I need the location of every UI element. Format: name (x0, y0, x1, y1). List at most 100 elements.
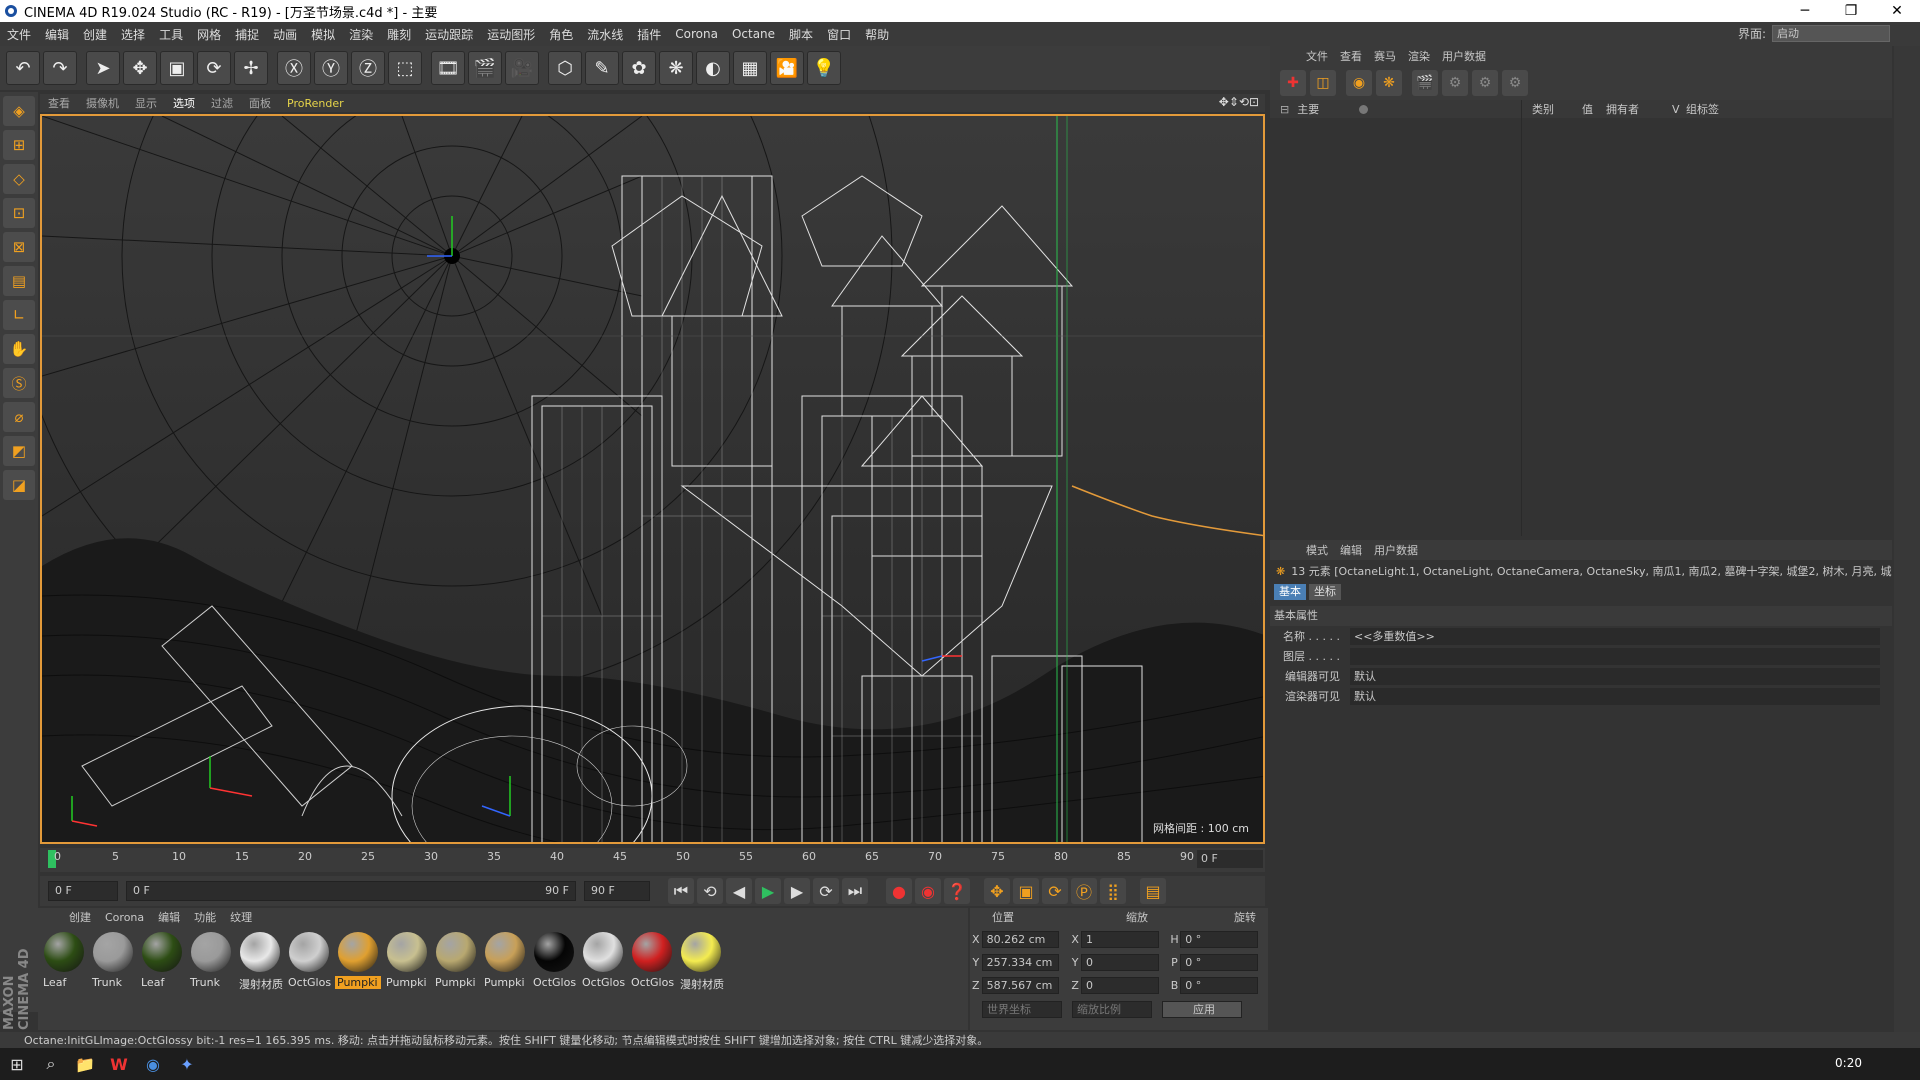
menu-mograph[interactable]: 运动图形 (480, 26, 542, 43)
texture-mode-button[interactable]: ◇ (3, 164, 35, 194)
coord-apply-button[interactable]: 应用 (1162, 1000, 1242, 1018)
octane-render-icon[interactable]: 🎬 (1412, 70, 1438, 96)
next-frame-button[interactable]: ▶ (784, 878, 810, 904)
attr-menu-mode[interactable]: 模式 (1300, 542, 1334, 558)
octane-tag-icon[interactable]: ⚙ (1442, 70, 1468, 96)
light-button[interactable]: 💡 (807, 51, 841, 85)
viewport-menu-options[interactable]: 选项 (165, 95, 203, 111)
current-frame-field[interactable]: 0 F (1197, 850, 1263, 868)
frame-range-slider[interactable]: 0 F 90 F (126, 881, 576, 901)
render-visible-select[interactable]: 默认 (1350, 687, 1880, 705)
menu-corona[interactable]: Corona (668, 27, 725, 41)
pen-spline-button[interactable]: ✎ (585, 51, 619, 85)
scale-tool-button[interactable]: ▣ (160, 51, 194, 85)
editor-visible-select[interactable]: 默认 (1350, 667, 1880, 685)
file-explorer-icon[interactable]: 📁 (68, 1048, 102, 1080)
timeline-window-icon[interactable]: ▤ (1140, 878, 1166, 904)
key-position-icon[interactable]: ✥ (984, 878, 1010, 904)
visibility-dot-icon[interactable] (1359, 104, 1369, 114)
start-frame-field[interactable]: 0 F (48, 881, 118, 901)
material-menu-texture[interactable]: 纹理 (223, 909, 259, 925)
material-swatch[interactable]: Pumpki (483, 932, 527, 998)
coord-world-select[interactable]: 世界坐标 (982, 1000, 1062, 1018)
planar-workplane-button[interactable]: ◪ (3, 470, 35, 500)
start-menu-icon[interactable]: ⊞ (0, 1048, 34, 1080)
camera-button[interactable]: 🎦 (770, 51, 804, 85)
menu-motion-tracking[interactable]: 运动跟踪 (418, 26, 480, 43)
attr-menu-userdata[interactable]: 用户数据 (1368, 542, 1424, 558)
coord-scale-field[interactable]: 0 (1080, 976, 1159, 994)
rotate-tool-button[interactable]: ⟳ (197, 51, 231, 85)
material-swatch[interactable]: OctGlos (581, 932, 625, 998)
material-swatch[interactable]: Pumpki (385, 932, 429, 998)
attr-menu-edit[interactable]: 编辑 (1334, 542, 1368, 558)
objmgr-menu-userdata[interactable]: 用户数据 (1436, 48, 1492, 64)
snap-button[interactable]: Ⓢ (3, 368, 35, 398)
menu-script[interactable]: 脚本 (782, 26, 820, 43)
make-editable-button[interactable]: ◈ (3, 96, 35, 126)
objmgr-menu-file[interactable]: 文件 (1300, 48, 1334, 64)
3d-viewport[interactable]: 网格间距 : 100 cm (40, 114, 1265, 844)
render-settings-button[interactable]: 🎥 (505, 51, 539, 85)
viewport-menu-prorender[interactable]: ProRender (279, 97, 352, 110)
record-key-icon[interactable]: ● (886, 878, 912, 904)
z-axis-button[interactable]: Ⓩ (351, 51, 385, 85)
objmgr-menu-objects[interactable]: 赛马 (1368, 48, 1402, 64)
coord-scale-field[interactable]: 0 (1080, 953, 1159, 971)
coord-scale-field[interactable]: 1 (1080, 930, 1159, 948)
tweak-mode-button[interactable]: ✋ (3, 334, 35, 364)
menu-snap[interactable]: 捕捉 (228, 26, 266, 43)
key-pla-icon[interactable]: ⣿ (1100, 878, 1126, 904)
menu-window[interactable]: 窗口 (820, 26, 858, 43)
close-button[interactable]: ✕ (1874, 0, 1920, 22)
magnet-button[interactable]: ⌀ (3, 402, 35, 432)
material-swatch[interactable]: Leaf (42, 932, 86, 998)
select-tool-button[interactable]: ➤ (86, 51, 120, 85)
material-swatch[interactable]: 漫射材质 (238, 932, 283, 998)
octane-live-viewer-icon[interactable]: ✚ (1280, 70, 1306, 96)
interface-select[interactable]: 启动 (1772, 25, 1890, 42)
material-swatch[interactable]: OctGlos (287, 932, 331, 998)
viewport-nav-icons[interactable]: ✥⇕⟲⊡ (1219, 95, 1259, 109)
axis-mode-button[interactable]: ∟ (3, 300, 35, 330)
menu-mesh[interactable]: 网格 (190, 26, 228, 43)
y-axis-button[interactable]: Ⓨ (314, 51, 348, 85)
menu-sculpt[interactable]: 雕刻 (380, 26, 418, 43)
viewport-menu-view[interactable]: 查看 (40, 95, 78, 111)
key-scale-icon[interactable]: ▣ (1013, 878, 1039, 904)
objmgr-menu-render[interactable]: 渲染 (1402, 48, 1436, 64)
menu-plugins[interactable]: 插件 (630, 26, 668, 43)
viewport-menu-display[interactable]: 显示 (127, 95, 165, 111)
polygons-mode-button[interactable]: ▤ (3, 266, 35, 296)
browser-icon[interactable]: ◉ (136, 1048, 170, 1080)
search-icon[interactable]: ⌕ (34, 1048, 68, 1080)
menu-edit[interactable]: 编辑 (38, 26, 76, 43)
material-menu-create[interactable]: 创建 (62, 909, 98, 925)
play-button[interactable]: ▶ (755, 878, 781, 904)
objmgr-menu-view[interactable]: 查看 (1334, 48, 1368, 64)
undo-button[interactable]: ↶ (6, 51, 40, 85)
octane-object-icon[interactable]: ❋ (1376, 70, 1402, 96)
cloner-button[interactable]: ❋ (659, 51, 693, 85)
menu-render[interactable]: 渲染 (342, 26, 380, 43)
menu-animate[interactable]: 动画 (266, 26, 304, 43)
points-mode-button[interactable]: ⊠ (3, 232, 35, 262)
material-swatch[interactable]: OctGlos (630, 932, 674, 998)
subdivision-button[interactable]: ✿ (622, 51, 656, 85)
x-axis-button[interactable]: Ⓧ (277, 51, 311, 85)
key-rotation-icon[interactable]: ⟳ (1042, 878, 1068, 904)
workplane-lock-button[interactable]: ◩ (3, 436, 35, 466)
coord-rotation-field[interactable]: 0 ° (1180, 953, 1258, 971)
next-key-button[interactable]: ⟳ (813, 878, 839, 904)
octane-tag3-icon[interactable]: ⚙ (1502, 70, 1528, 96)
coord-position-field[interactable]: 587.567 cm (981, 976, 1060, 994)
menu-character[interactable]: 角色 (542, 26, 580, 43)
redo-button[interactable]: ↷ (43, 51, 77, 85)
menu-tools[interactable]: 工具 (152, 26, 190, 43)
menu-help[interactable]: 帮助 (858, 26, 896, 43)
key-parameter-icon[interactable]: Ⓟ (1071, 878, 1097, 904)
material-swatch[interactable]: Pumpki (434, 932, 478, 998)
maximize-button[interactable]: ❐ (1828, 0, 1874, 22)
workplane-button[interactable]: ⊡ (3, 198, 35, 228)
menu-pipeline[interactable]: 流水线 (580, 26, 630, 43)
